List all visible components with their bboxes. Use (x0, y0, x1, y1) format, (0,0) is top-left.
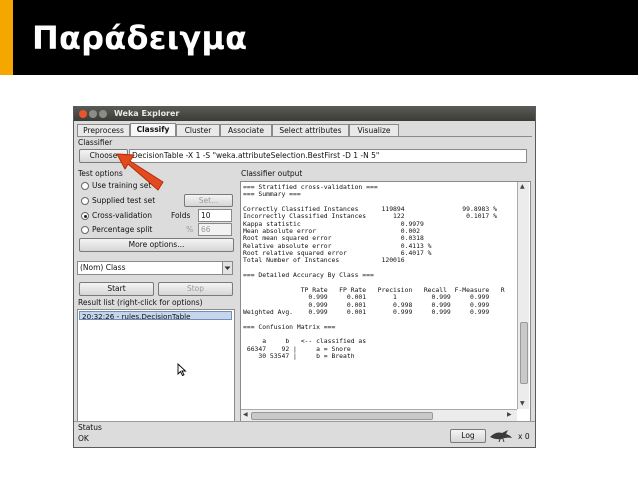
tab-cluster[interactable]: Cluster (176, 124, 220, 136)
tab-classify[interactable]: Classify (130, 123, 176, 136)
mouse-pointer-icon (177, 363, 187, 377)
status-label: Status (78, 423, 102, 432)
result-list: 20:32:26 - rules.DecisionTable (77, 309, 235, 422)
more-options-button[interactable]: More options... (79, 238, 234, 252)
slide-header: Παράδειγμα (0, 0, 638, 75)
output-horizontal-scrollbar[interactable]: ◀ ▶ (241, 409, 517, 421)
choose-button[interactable]: Choose (79, 149, 128, 163)
supplied-test-label: Supplied test set (92, 196, 156, 205)
tab-associate[interactable]: Associate (220, 124, 272, 136)
scroll-right-icon[interactable]: ▶ (507, 411, 512, 419)
result-list-item[interactable]: 20:32:26 - rules.DecisionTable (79, 311, 232, 321)
window-minimize-button[interactable] (89, 110, 97, 118)
output-horizontal-thumb[interactable] (251, 412, 433, 420)
output-vertical-thumb[interactable] (520, 322, 528, 384)
log-button[interactable]: Log (450, 429, 486, 443)
percentage-split-radio[interactable] (81, 226, 89, 234)
test-options-label: Test options (78, 169, 123, 178)
folds-label: Folds (171, 211, 191, 220)
scroll-left-icon[interactable]: ◀ (243, 411, 248, 419)
slide-accent-bar (0, 0, 13, 75)
tab-visualize[interactable]: Visualize (349, 124, 399, 136)
start-button[interactable]: Start (79, 282, 154, 296)
percent-sign: % (186, 225, 194, 234)
classifier-output-text: === Stratified cross-validation === === … (243, 183, 505, 360)
folds-input[interactable]: 10 (198, 209, 232, 222)
weka-explorer-window: Weka Explorer Preprocess Classify Cluste… (73, 106, 536, 448)
result-list-label: Result list (right-click for options) (78, 298, 203, 307)
set-button[interactable]: Set... (184, 194, 233, 207)
cross-validation-radio[interactable] (81, 212, 89, 220)
slide-title: Παράδειγμα (32, 19, 248, 57)
classifier-label: Classifier (78, 138, 113, 147)
percent-input[interactable]: 66 (198, 223, 232, 236)
window-titlebar: Weka Explorer (74, 107, 535, 121)
scroll-up-icon[interactable]: ▲ (520, 183, 525, 191)
window-maximize-button[interactable] (99, 110, 107, 118)
tab-preprocess[interactable]: Preprocess (77, 124, 130, 136)
status-divider (74, 421, 535, 422)
classifier-output-label: Classifier output (241, 169, 303, 178)
class-select[interactable]: (Nom) Class (77, 261, 229, 275)
status-text: OK (78, 434, 89, 443)
tab-divider (77, 136, 532, 137)
window-title: Weka Explorer (114, 109, 180, 118)
classifier-output-panel: === Stratified cross-validation === === … (240, 181, 531, 422)
tab-select-attributes[interactable]: Select attributes (272, 124, 349, 136)
percentage-split-label: Percentage split (92, 225, 153, 234)
window-close-button[interactable] (79, 110, 87, 118)
stop-button[interactable]: Stop (158, 282, 233, 296)
classifier-spec-field[interactable]: DecisionTable -X 1 -S "weka.attributeSel… (129, 149, 527, 163)
use-training-label: Use training set (92, 181, 152, 190)
scroll-down-icon[interactable]: ▼ (520, 400, 525, 408)
supplied-test-radio[interactable] (81, 197, 89, 205)
task-count: x 0 (518, 432, 530, 441)
chevron-down-icon[interactable] (222, 261, 233, 275)
use-training-radio[interactable] (81, 182, 89, 190)
output-vertical-scrollbar[interactable]: ▲ ▼ (517, 182, 529, 409)
weka-bird-icon (490, 430, 512, 442)
cross-validation-label: Cross-validation (92, 211, 152, 220)
